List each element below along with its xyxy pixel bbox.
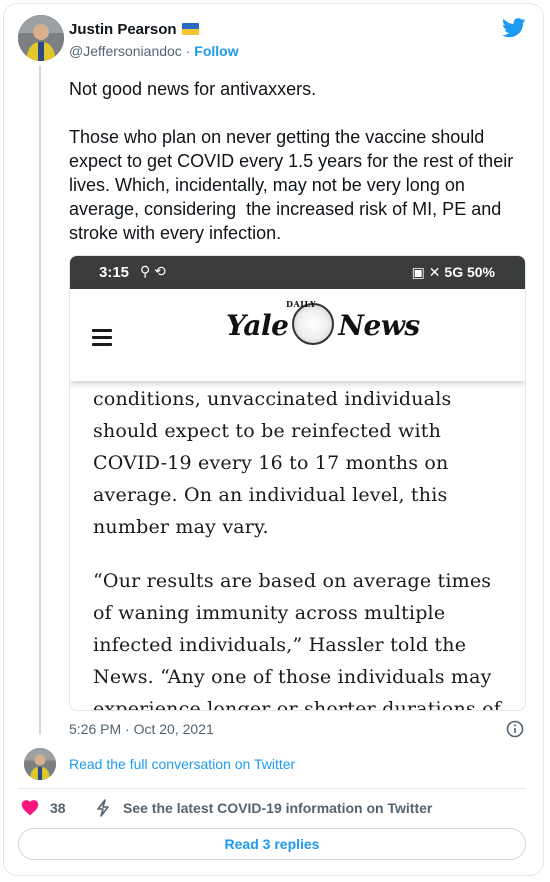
status-right-icons: ▣ ✕ 5G 50%: [412, 264, 495, 281]
read-conversation-link[interactable]: Read the full conversation on Twitter: [69, 756, 295, 772]
masthead-daily: DAILY: [286, 299, 317, 309]
yale-daily-news-logo: Yale News DAILY: [226, 299, 420, 345]
news-app-header: Yale News DAILY: [70, 289, 525, 381]
handle-line: @Jeffersoniandoc · Follow: [69, 43, 239, 59]
covid-info-link[interactable]: See the latest COVID-19 information on T…: [123, 800, 432, 816]
masthead-right: News: [338, 309, 420, 342]
read-replies-button[interactable]: Read 3 replies: [18, 828, 526, 860]
heart-icon[interactable]: [21, 799, 39, 816]
status-right-text: 5G 50%: [444, 264, 495, 280]
masthead-left: Yale: [226, 309, 289, 342]
tweet-text: Not good news for antivaxxers. Those who…: [69, 79, 514, 243]
battery-icon: ▣ ✕: [411, 264, 445, 280]
avatar[interactable]: [18, 15, 64, 61]
hamburger-menu-icon[interactable]: [92, 329, 112, 346]
article-paragraph-2: “Our results are based on average times …: [93, 570, 501, 711]
article-body: conditions, unvaccinated individuals sho…: [70, 381, 525, 711]
phone-status-bar: 3:15 ⚲ ⟲ ▣ ✕ 5G 50%: [70, 256, 525, 289]
author-handle[interactable]: @Jeffersoniandoc: [69, 43, 182, 59]
article-paragraph-1: conditions, unvaccinated individuals sho…: [93, 388, 452, 538]
info-icon[interactable]: [506, 720, 524, 738]
twitter-bird-icon[interactable]: [502, 18, 526, 38]
lightning-icon: [97, 799, 109, 817]
divider: [18, 788, 526, 789]
separator: ·: [181, 43, 195, 59]
yale-seal-icon: [292, 303, 335, 345]
status-time: 3:15: [99, 264, 130, 281]
author-name-text[interactable]: Justin Pearson: [69, 21, 177, 38]
avatar-small[interactable]: [24, 748, 56, 780]
tweet-timestamp[interactable]: 5:26 PM · Oct 20, 2021: [69, 721, 214, 737]
ukraine-flag-icon: [181, 23, 199, 35]
status-left-icons: ⚲ ⟲: [140, 263, 166, 279]
attached-image[interactable]: 3:15 ⚲ ⟲ ▣ ✕ 5G 50% Yale News DAILY condi…: [69, 255, 526, 711]
likes-count[interactable]: 38: [50, 800, 66, 816]
follow-button[interactable]: Follow: [194, 43, 238, 59]
thread-line: [39, 66, 41, 734]
author-name[interactable]: Justin Pearson: [69, 21, 199, 38]
